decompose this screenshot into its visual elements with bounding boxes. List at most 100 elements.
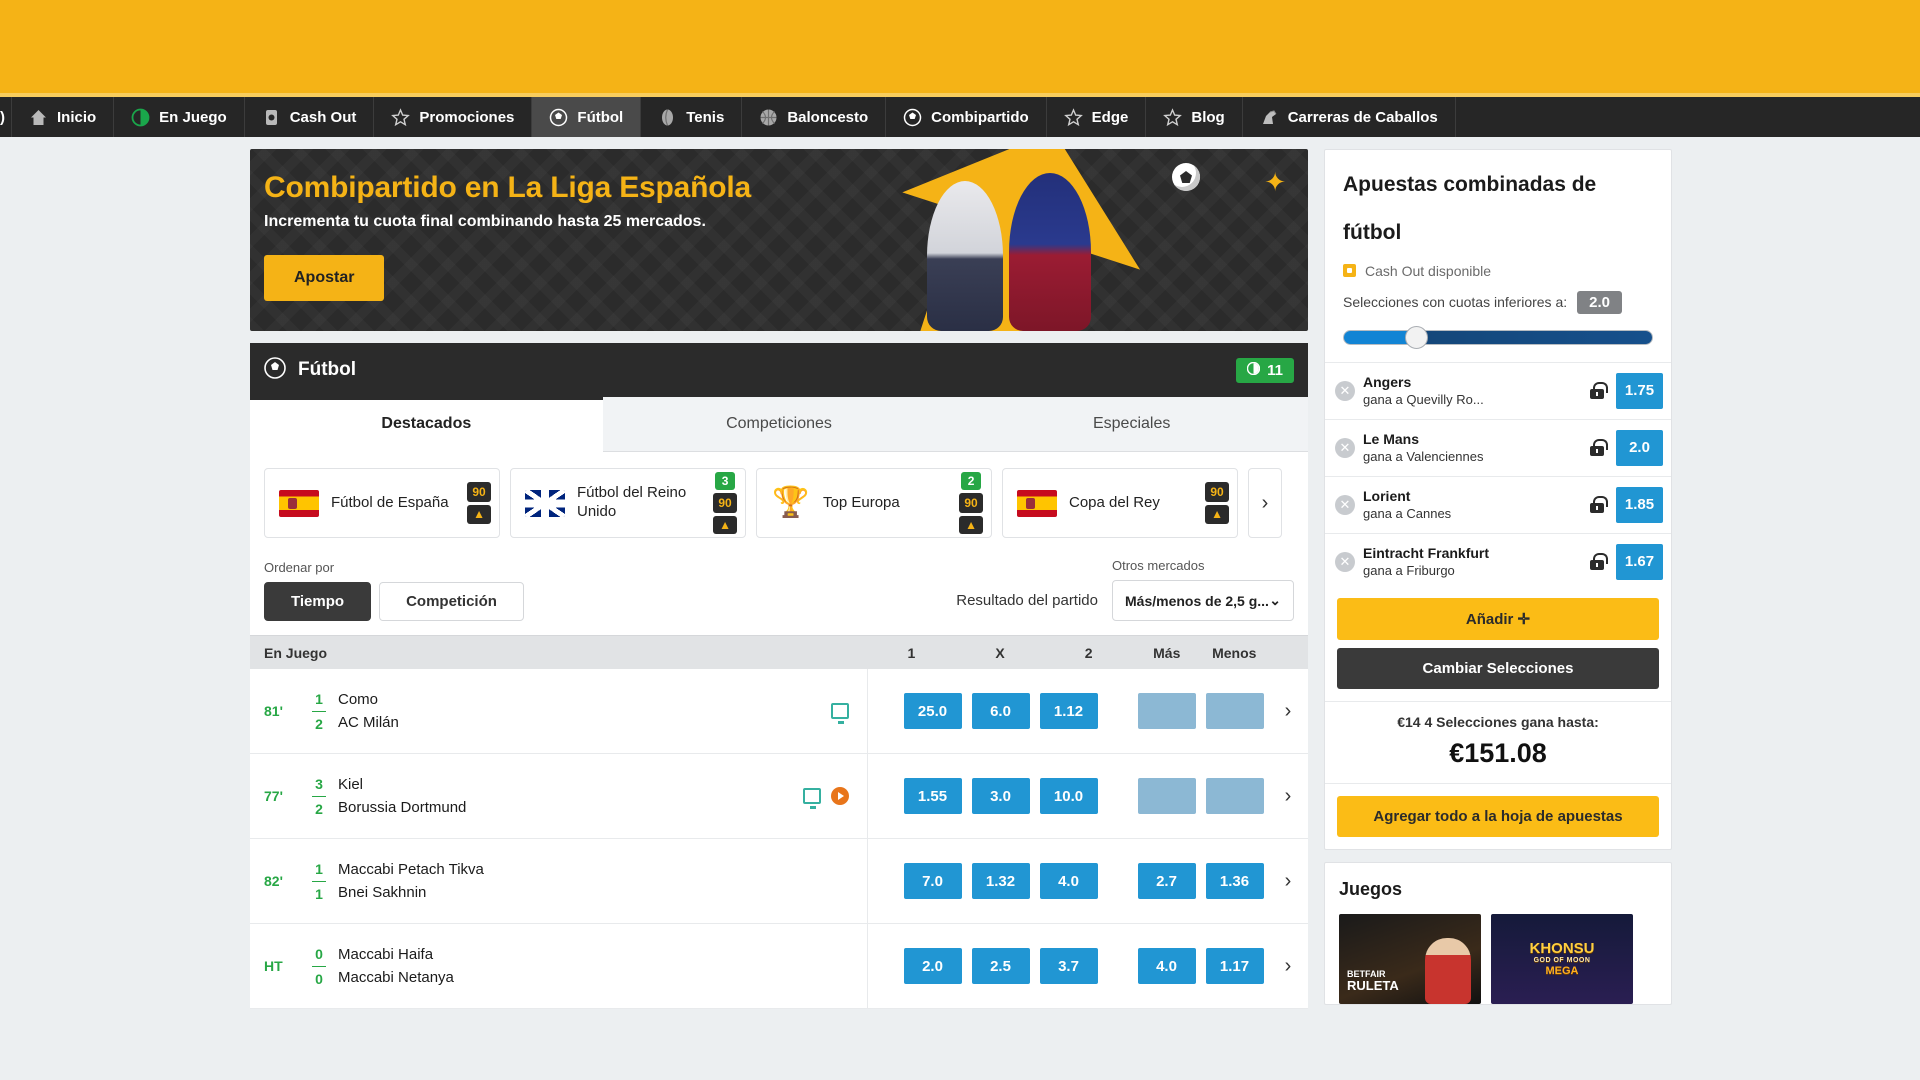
list-item[interactable]: ✕ Angers gana a Quevilly Ro... 1.75 (1325, 361, 1671, 419)
odd-button[interactable]: 6.0 (971, 693, 1030, 729)
odd-button[interactable]: 10.0 (1039, 778, 1098, 814)
slider-thumb[interactable] (1405, 325, 1428, 349)
lock-icon[interactable] (1590, 381, 1608, 399)
odd-button[interactable]: 3.0 (971, 778, 1030, 814)
remove-selection-icon[interactable]: ✕ (1335, 551, 1355, 572)
match-expand-arrow[interactable]: › (1268, 955, 1308, 978)
list-item[interactable]: ✕ Le Mans gana a Valenciennes 2.0 (1325, 418, 1671, 476)
match-info: 82' 1 1 Maccabi Petach Tikva Bnei Sakhni… (250, 858, 867, 905)
list-item[interactable]: ✕ Lorient gana a Cannes 1.85 (1325, 475, 1671, 533)
nav-item-baloncesto[interactable]: Baloncesto (741, 97, 885, 137)
overunder-odd-button[interactable]: 1.17 (1205, 948, 1264, 984)
promo-bet-button[interactable]: Apostar (264, 255, 385, 301)
sort-button-tiempo[interactable]: Tiempo (264, 582, 372, 621)
nav-item-label: Cash Out (289, 108, 357, 126)
overunder-odd-button[interactable]: 2.7 (1137, 863, 1196, 899)
tv-stream-icon[interactable] (831, 703, 849, 724)
tab-competiciones[interactable]: Competiciones (602, 397, 956, 452)
score-divider (312, 880, 326, 882)
nav-item-en-juego[interactable]: En Juego (113, 97, 244, 137)
remove-selection-icon[interactable]: ✕ (1335, 437, 1355, 458)
betslip-column: Apuestas combinadas de fútbol Cash Out d… (1324, 149, 1672, 1080)
change-selections-button[interactable]: Cambiar Selecciones (1337, 647, 1659, 689)
live-count-badge[interactable]: 11 (1236, 357, 1294, 383)
nav-item-inicio[interactable]: Inicio (11, 97, 113, 137)
selection-odd-button[interactable]: 2.0 (1616, 429, 1663, 466)
overunder-odd-button[interactable]: 4.0 (1137, 948, 1196, 984)
overunder-odd-button[interactable] (1137, 778, 1196, 814)
lock-icon[interactable] (1590, 438, 1608, 456)
other-markets-select[interactable]: Más/menos de 2,5 g... ⌄ (1112, 580, 1294, 621)
game-tile-khonsu[interactable]: KHONSU GOD OF MOON MEGA (1491, 913, 1633, 1004)
match-expand-arrow[interactable]: › (1268, 785, 1308, 808)
overunder-odd-button[interactable] (1137, 693, 1196, 729)
nav-item-carreras-de-caballos[interactable]: Carreras de Caballos (1241, 97, 1456, 137)
game-tile-roulette[interactable]: BETFAIR RULETA (1339, 913, 1481, 1004)
nav-item-cash-out[interactable]: Cash Out (243, 97, 374, 137)
league-card[interactable]: Fútbol del Reino Unido 3 90 ▲ (510, 468, 746, 538)
selection-odd-button[interactable]: 1.67 (1616, 543, 1663, 580)
table-row[interactable]: 77' 3 2 Kiel Borussia Dortmund 1.55 3.0 10… (250, 754, 1308, 839)
league-90-badge[interactable]: 90 (1205, 482, 1229, 503)
table-row[interactable]: HT 0 0 Maccabi Haifa Maccabi Netanya 2.0… (250, 924, 1308, 1009)
table-row[interactable]: 81' 1 2 Como AC Milán 25.0 6.0 1.12 › (250, 669, 1308, 754)
nav-item-edge[interactable]: Edge (1045, 97, 1146, 137)
nav-item-promociones[interactable]: Promociones (373, 97, 531, 137)
nav-item-f-tbol[interactable]: Fútbol (531, 97, 641, 137)
tab-destacados[interactable]: Destacados (250, 397, 603, 452)
odd-button[interactable]: 4.0 (1039, 863, 1098, 899)
match-info: 81' 1 2 Como AC Milán (250, 688, 867, 735)
match-expand-arrow[interactable]: › (1268, 700, 1308, 723)
selection-odd-button[interactable]: 1.85 (1616, 486, 1663, 523)
roulette-tile-name: RULETA (1347, 977, 1399, 993)
odd-button[interactable]: 1.12 (1039, 693, 1098, 729)
match-media-icons (831, 703, 857, 724)
league-boost-icon[interactable]: ▲ (959, 515, 983, 535)
table-row[interactable]: 82' 1 1 Maccabi Petach Tikva Bnei Sakhni… (250, 839, 1308, 924)
nav-item-combipartido[interactable]: Combipartido (885, 97, 1046, 137)
selection-odd-button[interactable]: 1.75 (1616, 372, 1663, 409)
nav-item-blog[interactable]: Blog (1145, 97, 1241, 137)
sort-button-competicin[interactable]: Competición (379, 582, 524, 621)
league-card[interactable]: Fútbol de España 90 ▲ (264, 468, 500, 538)
odd-button[interactable]: 2.5 (971, 948, 1030, 984)
odd-button[interactable]: 7.0 (903, 863, 962, 899)
league-card[interactable]: Copa del Rey 90 ▲ (1002, 468, 1238, 538)
remove-selection-icon[interactable]: ✕ (1335, 380, 1355, 401)
add-selection-button[interactable]: Añadir ✛ (1337, 597, 1659, 640)
payout-amount: €151.08 (1449, 737, 1547, 768)
league-card[interactable]: 🏆 Top Europa 2 90 ▲ (756, 468, 992, 538)
league-boost-icon[interactable]: ▲ (1205, 505, 1229, 524)
match-expand-arrow[interactable]: › (1268, 870, 1308, 893)
tab-especiales[interactable]: Especiales (955, 397, 1309, 452)
lock-icon[interactable] (1590, 552, 1608, 570)
odd-button[interactable]: 2.0 (903, 948, 962, 984)
overunder-odd-button[interactable] (1205, 693, 1264, 729)
remove-selection-icon[interactable]: ✕ (1335, 494, 1355, 515)
odd-button[interactable]: 3.7 (1039, 948, 1098, 984)
play-video-icon[interactable] (831, 787, 849, 805)
overunder-odd-button[interactable]: 1.36 (1205, 863, 1264, 899)
nav-item-tenis[interactable]: Tenis (640, 97, 741, 137)
nav-item-label: Blog (1191, 108, 1225, 126)
table-header-overunder: Más Menos (1133, 645, 1268, 661)
odd-button[interactable]: 25.0 (903, 693, 962, 729)
league-boost-icon[interactable]: ▲ (713, 515, 737, 535)
league-name: Fútbol de España (331, 493, 449, 511)
league-90-badge[interactable]: 90 (959, 492, 983, 513)
league-90-badge[interactable]: 90 (467, 482, 491, 503)
odd-button[interactable]: 1.32 (971, 863, 1030, 899)
league-carousel-next-button[interactable]: › (1248, 468, 1282, 538)
league-90-badge[interactable]: 90 (713, 492, 737, 513)
odd-button[interactable]: 1.55 (903, 778, 962, 814)
match-score: 0 0 (306, 946, 332, 987)
tv-stream-icon[interactable] (803, 788, 821, 809)
promo-banner[interactable]: ✦ Combipartido en La Liga Española Incre… (250, 149, 1308, 331)
league-boost-icon[interactable]: ▲ (467, 505, 491, 524)
nav-prefix-text: ) (0, 108, 5, 126)
lock-icon[interactable] (1590, 495, 1608, 513)
add-all-to-betslip-button[interactable]: Agregar todo a la hoja de apuestas (1337, 795, 1659, 837)
odds-filter-slider[interactable] (1343, 325, 1653, 349)
overunder-odd-button[interactable] (1205, 778, 1264, 814)
list-item[interactable]: ✕ Eintracht Frankfurt gana a Friburgo 1.… (1325, 532, 1671, 590)
